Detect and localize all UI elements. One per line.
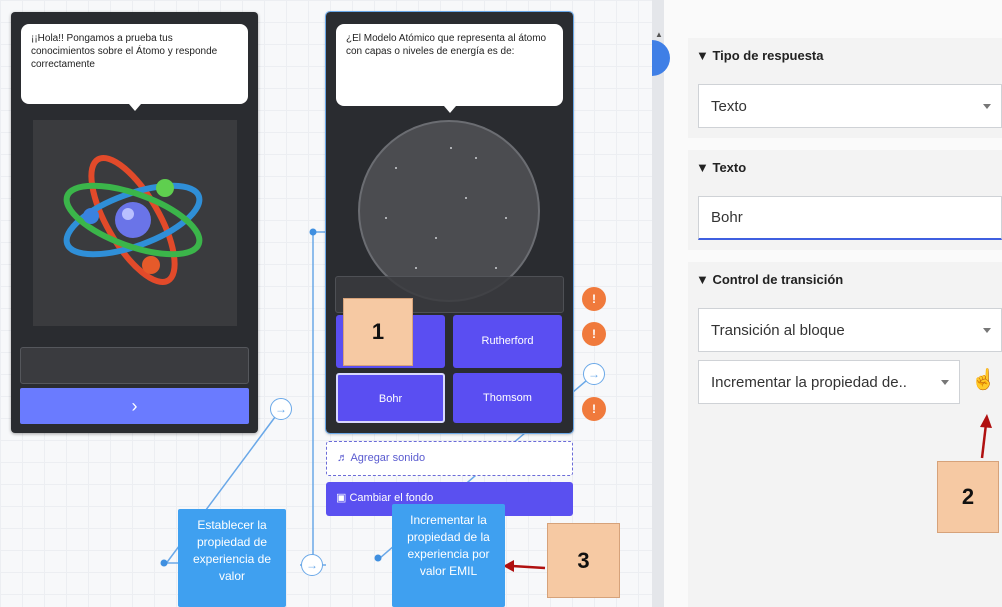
next-button[interactable]: › (20, 388, 249, 424)
arrow-right-icon: → (588, 367, 600, 381)
arrow-right-icon: → (275, 402, 287, 416)
caret-down-icon (983, 104, 991, 109)
change-background-label: Cambiar el fondo (349, 492, 434, 504)
answer-button-thomsom[interactable]: Thomsom (453, 373, 562, 423)
speech-bubble: ¡¡Hola!! Pongamos a prueba tus conocimie… (21, 24, 248, 111)
flow-canvas[interactable]: ¡¡Hola!! Pongamos a prueba tus conocimie… (0, 0, 652, 607)
screen-question[interactable]: ¿El Modelo Atómico que representa al áto… (325, 11, 574, 434)
atom-icon (63, 155, 203, 285)
scroll-up-icon[interactable]: ▲ (655, 30, 663, 39)
action-set-property[interactable]: Establecer la propiedad de experiencia d… (178, 509, 286, 607)
answer-button-rutherford[interactable]: Rutherford (453, 315, 562, 368)
annotation-tag-3: 3 (547, 523, 620, 598)
bubble-text: ¡¡Hola!! Pongamos a prueba tus conocimie… (31, 33, 218, 70)
section-title[interactable]: ▼ Control de transición (688, 262, 1002, 298)
properties-panel: ▲ ▼ Tipo de respuesta Texto ▼ Texto Bohr… (652, 0, 1002, 607)
screen1-output-port[interactable]: → (270, 398, 292, 420)
add-sound-label: Agregar sonido (350, 452, 426, 464)
bubble-text: ¿El Modelo Atómico que representa al áto… (346, 33, 547, 57)
answer-button-bohr[interactable]: Bohr (336, 373, 445, 423)
add-sound-button[interactable]: ♬ Agregar sonido (326, 441, 573, 476)
annotation-arrow-2 (980, 414, 992, 459)
warning-icon[interactable]: ! (582, 397, 606, 421)
atom-image (33, 120, 237, 326)
image-icon: ▣ (336, 492, 347, 504)
response-type-select[interactable]: Texto (698, 84, 1002, 128)
annotation-tag-2: 2 (937, 461, 999, 533)
action-increment-property[interactable]: Incrementar la propiedad de la experienc… (392, 504, 505, 607)
action1-output-port[interactable]: → (301, 554, 323, 576)
section-response-type: ▼ Tipo de respuesta Texto (688, 38, 1002, 138)
transition-select[interactable]: Transición al bloque (698, 308, 1002, 352)
screen2-output-port[interactable]: → (583, 363, 605, 385)
section-text: ▼ Texto Bohr (688, 150, 1002, 250)
pointer-hand-icon[interactable]: ☝ (971, 367, 996, 392)
screen-welcome[interactable]: ¡¡Hola!! Pongamos a prueba tus conocimie… (11, 12, 258, 433)
arrow-right-icon: → (306, 558, 318, 572)
answer-input[interactable] (20, 347, 249, 384)
wire-action-to-screen2 (312, 231, 327, 565)
speech-bubble: ¿El Modelo Atómico que representa al áto… (336, 24, 563, 113)
annotation-tag-1: 1 (343, 298, 413, 366)
text-input[interactable]: Bohr (698, 196, 1002, 240)
section-title[interactable]: ▼ Texto (688, 150, 1002, 186)
warning-icon[interactable]: ! (582, 322, 606, 346)
property-action-select[interactable]: Incrementar la propiedad de.. (698, 360, 960, 404)
caret-down-icon (983, 328, 991, 333)
section-transition-control: ▼ Control de transición Transición al bl… (688, 262, 1002, 607)
section-title[interactable]: ▼ Tipo de respuesta (688, 38, 1002, 74)
panel-divider[interactable] (652, 0, 664, 607)
scroll-indicator[interactable] (652, 40, 670, 76)
caret-down-icon (941, 380, 949, 385)
warning-icon[interactable]: ! (582, 287, 606, 311)
chevron-right-icon: › (131, 396, 138, 416)
speaker-icon: ♬ (337, 452, 348, 464)
